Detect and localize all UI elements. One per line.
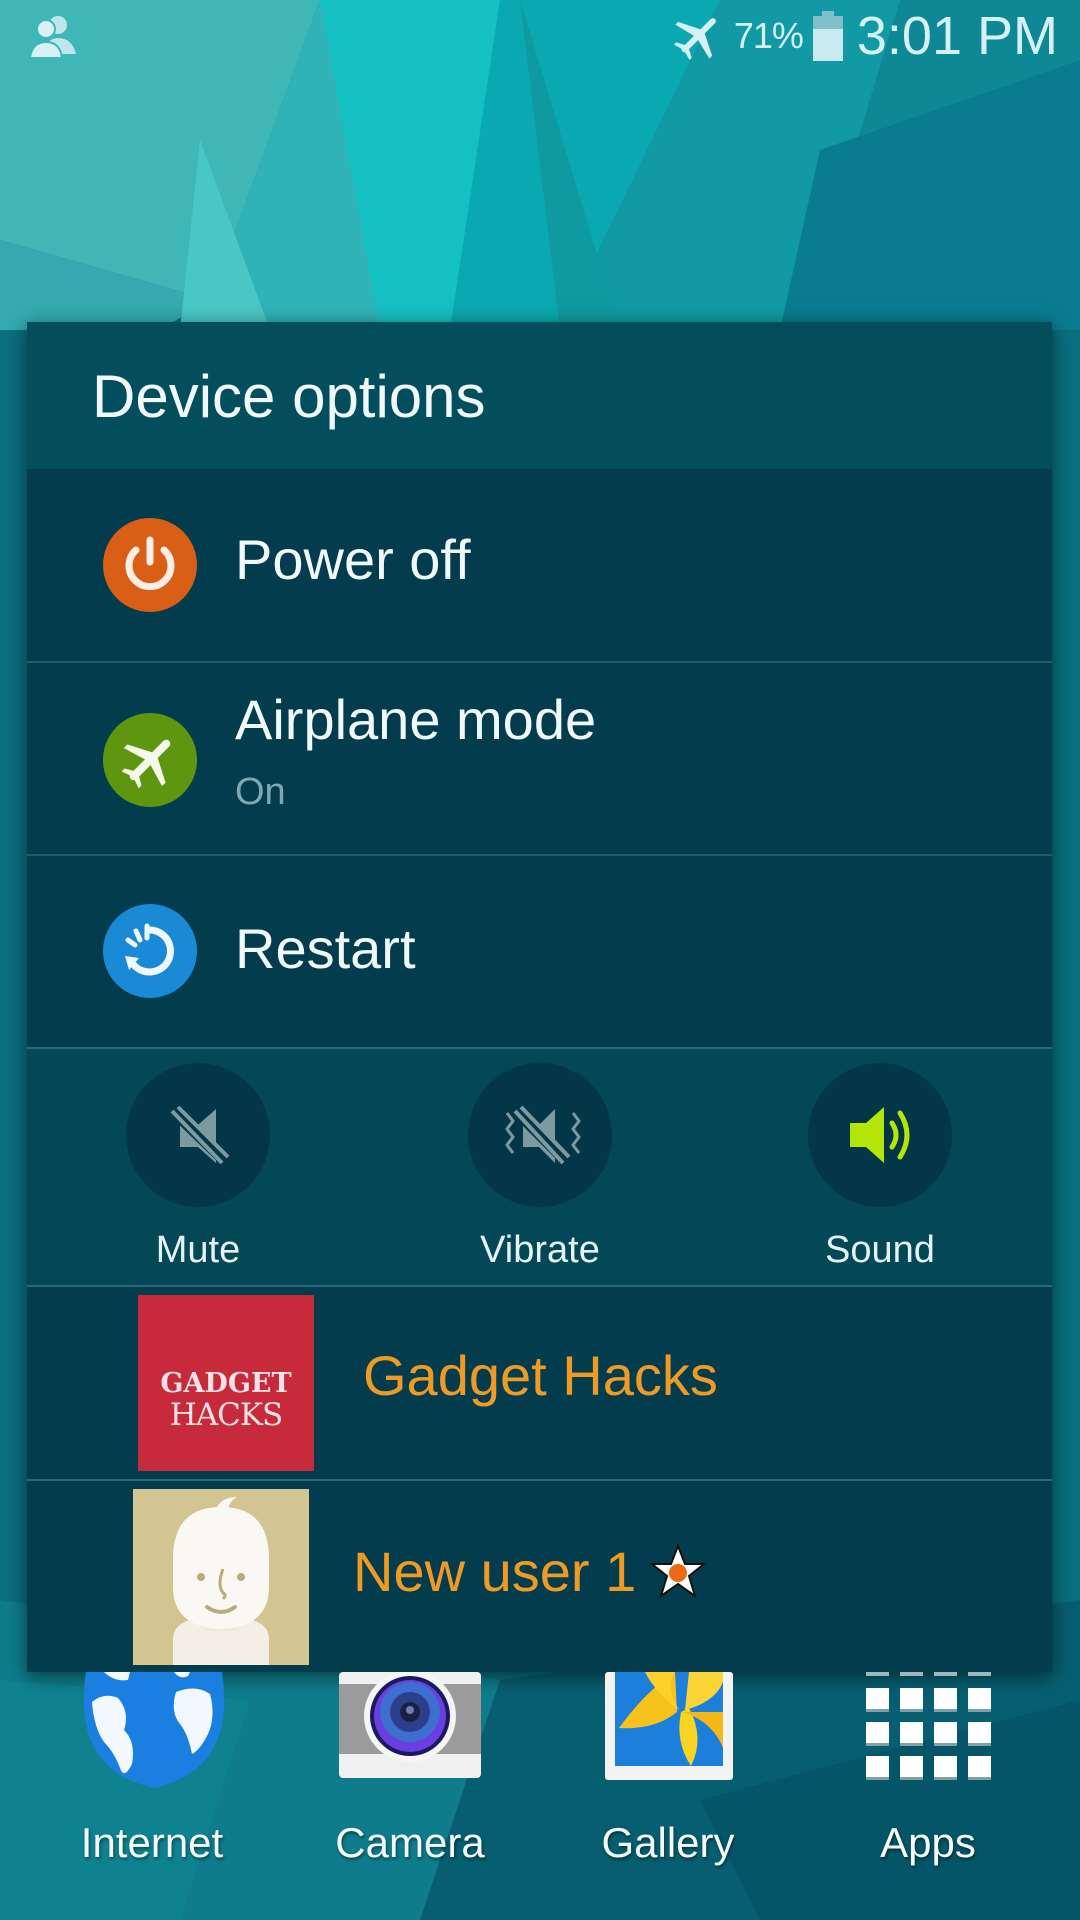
dialog-header: Device options (27, 322, 1052, 469)
apps-grid-square (866, 1756, 889, 1777)
globe-icon (84, 1672, 224, 1788)
user-new-user-1[interactable]: New user 1 (27, 1479, 1052, 1671)
apps-grid-square (934, 1688, 957, 1709)
user-label: New user 1 (353, 1540, 637, 1603)
star-badge-icon (649, 1542, 708, 1598)
clock: 3:01 PM (856, 6, 1058, 66)
apps-grid-icon (866, 1672, 994, 1792)
mute-icon (168, 1105, 230, 1165)
mode-sound-button[interactable]: Sound (808, 1063, 952, 1272)
option-airplane-mode[interactable]: Airplane mode On (27, 661, 1052, 854)
option-label: Restart (235, 917, 416, 980)
apps-grid-square (900, 1722, 923, 1743)
dialog-title: Device options (92, 363, 486, 430)
gadget-hacks-avatar: GADGET HACKS (138, 1295, 314, 1471)
battery-percent: 71% (733, 15, 804, 56)
gallery-icon (605, 1672, 733, 1780)
dock-label: Camera (335, 1819, 485, 1866)
restart-icon (103, 904, 197, 998)
power-icon (103, 518, 197, 612)
option-power-off[interactable]: Power off (27, 469, 1052, 661)
apps-grid-square (968, 1756, 991, 1777)
apps-grid-square (934, 1756, 957, 1777)
user-label: Gadget Hacks (363, 1344, 718, 1407)
sound-mode-selector: Mute Vibrate Sound (27, 1047, 1052, 1285)
option-restart[interactable]: Restart (27, 854, 1052, 1047)
battery-icon (812, 11, 843, 61)
device-options-dialog: Device options Power off Airplane mode O… (27, 322, 1052, 1672)
airplane-mode-icon (103, 713, 197, 807)
mode-label: Vibrate (480, 1229, 600, 1271)
dock-label: Internet (80, 1819, 224, 1866)
camera-icon (339, 1672, 481, 1778)
dock-label: Gallery (601, 1819, 735, 1866)
mode-label: Mute (155, 1229, 241, 1271)
option-label: Airplane mode (235, 688, 597, 751)
apps-grid-square (934, 1722, 957, 1743)
airplane-icon (673, 18, 716, 61)
apps-grid-square (900, 1688, 923, 1709)
sound-icon (850, 1107, 910, 1163)
status-bar: 71% 3:01 PM (0, 0, 1080, 75)
apps-grid-bar (866, 1672, 889, 1676)
apps-grid-square (900, 1756, 923, 1777)
dock-label: Apps (880, 1819, 976, 1866)
apps-grid-bar (900, 1672, 923, 1676)
apps-grid-square (968, 1722, 991, 1743)
apps-grid-bar (934, 1672, 957, 1676)
apps-grid-square (866, 1722, 889, 1743)
mode-label: Sound (825, 1229, 935, 1271)
mode-mute-button[interactable]: Mute (126, 1063, 270, 1272)
default-avatar-icon (133, 1489, 309, 1665)
apps-grid-bar (968, 1672, 991, 1676)
option-label: Power off (235, 528, 471, 591)
airplane-mode-status: On (235, 771, 286, 813)
apps-grid-square (968, 1688, 991, 1709)
vibrate-icon (505, 1105, 581, 1165)
user-label-group: New user 1 (353, 1539, 708, 1604)
user-gadget-hacks[interactable]: GADGET HACKS Gadget Hacks (27, 1285, 1052, 1479)
apps-grid-square (866, 1688, 889, 1709)
multi-user-icon[interactable] (28, 14, 80, 60)
mode-vibrate-button[interactable]: Vibrate (468, 1063, 612, 1272)
